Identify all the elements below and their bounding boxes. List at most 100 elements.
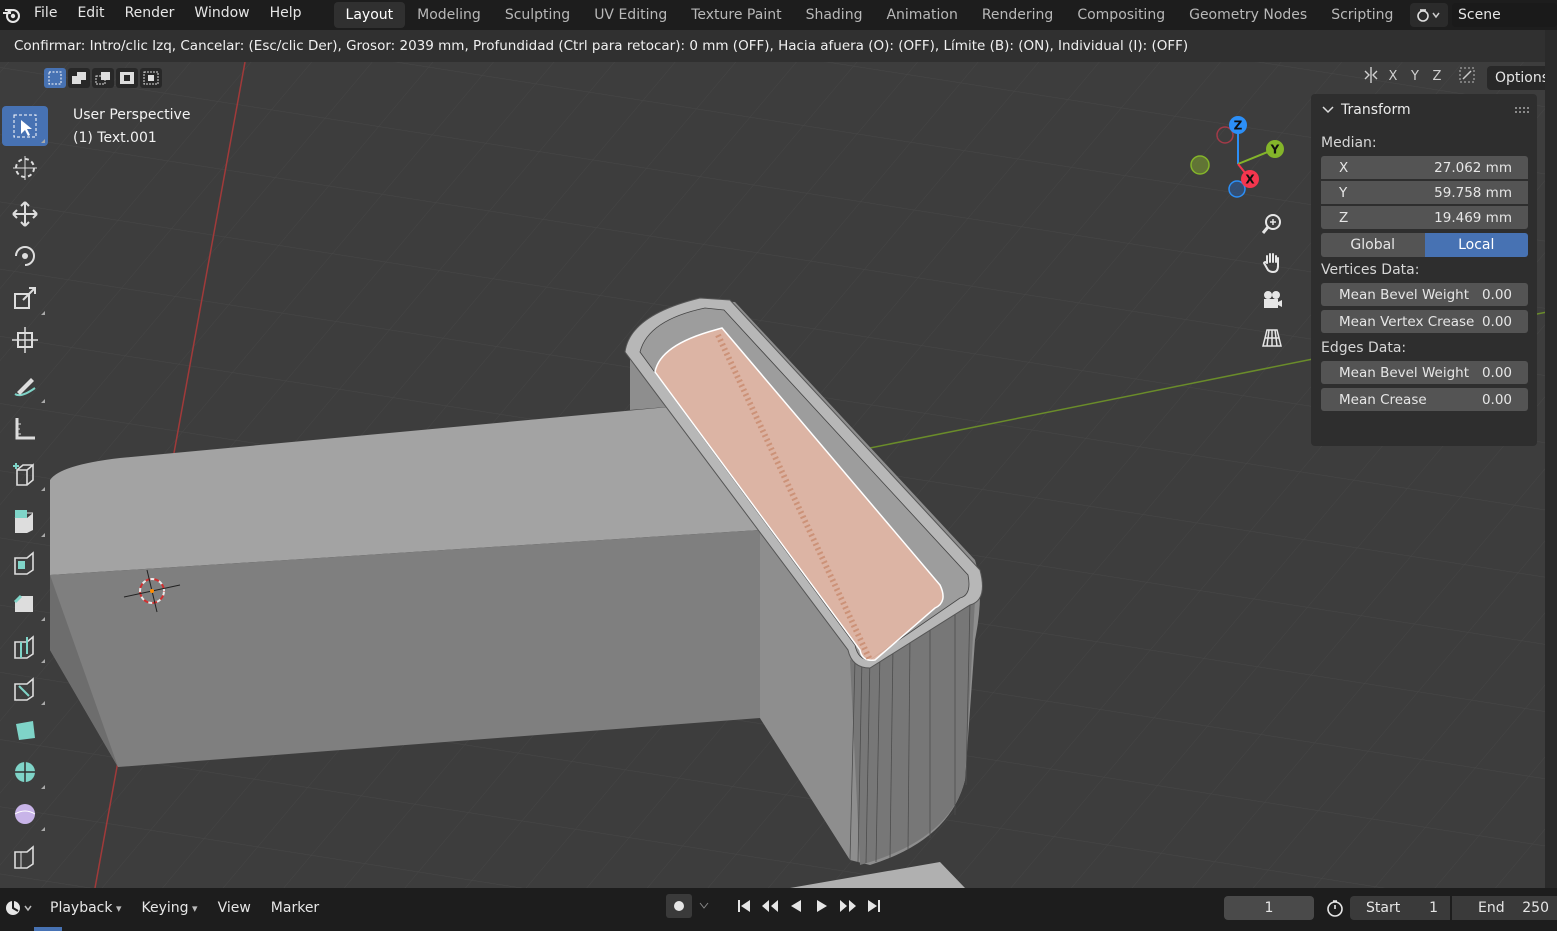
tab-geometry-nodes[interactable]: Geometry Nodes <box>1177 2 1319 28</box>
next-keyframe-icon[interactable] <box>836 894 860 918</box>
annotate-tool[interactable] <box>2 366 48 406</box>
tab-animation[interactable]: Animation <box>874 2 969 28</box>
median-x-field[interactable]: X 27.062 mm <box>1321 156 1528 179</box>
tab-texture-paint[interactable]: Texture Paint <box>679 2 793 28</box>
menu-render[interactable]: Render <box>115 0 185 30</box>
keying-menu[interactable]: Keying <box>132 900 208 916</box>
sidebar-tab-strip[interactable] <box>1545 30 1557 888</box>
loop-cut-tool[interactable] <box>2 626 48 666</box>
tab-sculpting[interactable]: Sculpting <box>493 2 582 28</box>
global-button[interactable]: Global <box>1321 233 1425 257</box>
tab-rendering[interactable]: Rendering <box>970 2 1066 28</box>
extrude-tool[interactable] <box>2 500 48 540</box>
end-frame-field[interactable]: End 250 <box>1452 896 1557 920</box>
tab-shading[interactable]: Shading <box>794 2 875 28</box>
select-intersect-icon[interactable] <box>140 68 162 88</box>
edge-bevel-weight-label: Mean Bevel Weight <box>1339 364 1470 381</box>
tab-scripting[interactable]: Scripting <box>1319 2 1405 28</box>
mirror-icon[interactable] <box>1360 66 1382 88</box>
current-frame-field[interactable]: 1 <box>1224 896 1314 920</box>
3d-viewport[interactable]: X Y Z Options User Perspective (1) Text.… <box>0 62 1557 888</box>
select-new-icon[interactable] <box>44 68 66 88</box>
inset-faces-tool[interactable] <box>2 542 48 582</box>
menu-file[interactable]: File <box>24 0 67 30</box>
mirror-axis-group: X Y Z <box>1360 66 1478 88</box>
transform-tool[interactable] <box>2 320 48 360</box>
vertex-bevel-weight-value: 0.00 <box>1481 286 1512 303</box>
scale-tool[interactable] <box>2 278 48 318</box>
playback-menu[interactable]: Playback <box>40 900 132 916</box>
jump-end-icon[interactable] <box>862 894 886 918</box>
edge-slide-tool[interactable] <box>2 836 48 876</box>
gizmo-neg-y[interactable] <box>1190 155 1210 175</box>
cursor-tool[interactable] <box>2 148 48 188</box>
median-z-label: Z <box>1339 209 1349 226</box>
editor-type-icon[interactable] <box>0 899 40 917</box>
add-cube-tool[interactable] <box>2 454 48 494</box>
play-reverse-icon[interactable] <box>784 894 808 918</box>
select-box-tool[interactable] <box>2 106 48 146</box>
tab-compositing[interactable]: Compositing <box>1065 2 1177 28</box>
vertices-data-label: Vertices Data: <box>1321 262 1420 278</box>
selection-mode-group <box>44 68 162 88</box>
smooth-tool[interactable] <box>2 794 48 834</box>
edge-bevel-weight-field[interactable]: Mean Bevel Weight 0.00 <box>1321 361 1528 384</box>
mirror-x-toggle[interactable]: X <box>1382 66 1404 88</box>
start-value: 1 <box>1429 900 1438 916</box>
record-options-icon[interactable] <box>694 894 714 918</box>
tab-layout[interactable]: Layout <box>333 2 406 28</box>
operator-status-line: Confirmar: Intro/clic Izq, Cancelar: (Es… <box>0 30 1557 62</box>
select-extend-icon[interactable] <box>68 68 90 88</box>
end-value: 250 <box>1522 900 1549 916</box>
mirror-y-toggle[interactable]: Y <box>1404 66 1426 88</box>
tab-uv-editing[interactable]: UV Editing <box>582 2 679 28</box>
zoom-icon[interactable] <box>1256 208 1288 240</box>
median-y-value: 59.758 mm <box>1434 184 1512 201</box>
tool-shelf <box>0 104 50 878</box>
vertex-crease-field[interactable]: Mean Vertex Crease 0.00 <box>1321 310 1528 333</box>
poly-build-tool[interactable] <box>2 710 48 750</box>
scene-selector: Scene <box>1410 0 1557 30</box>
menu-edit[interactable]: Edit <box>67 0 114 30</box>
knife-tool[interactable] <box>2 668 48 708</box>
tab-modeling[interactable]: Modeling <box>405 2 493 28</box>
start-label: Start <box>1366 900 1401 916</box>
measure-tool[interactable] <box>2 408 48 448</box>
rotate-tool[interactable] <box>2 236 48 276</box>
scene-browse-button[interactable] <box>1410 3 1448 27</box>
camera-view-icon[interactable] <box>1256 284 1288 316</box>
vertex-bevel-weight-label: Mean Bevel Weight <box>1339 286 1470 303</box>
menu-window[interactable]: Window <box>184 0 259 30</box>
scene-name-field[interactable]: Scene <box>1452 3 1557 27</box>
prev-keyframe-icon[interactable] <box>758 894 782 918</box>
move-tool[interactable] <box>2 194 48 234</box>
drag-handle-icon[interactable] <box>1515 106 1531 114</box>
median-y-field[interactable]: Y 59.758 mm <box>1321 181 1528 204</box>
view-menu[interactable]: View <box>208 900 261 916</box>
sidebar-transform-panel: Transform Median: X 27.062 mm Y 59.758 mm … <box>1311 94 1537 446</box>
spin-tool[interactable] <box>2 752 48 792</box>
median-z-field[interactable]: Z 19.469 mm <box>1321 206 1528 229</box>
select-subtract-icon[interactable] <box>92 68 114 88</box>
start-frame-field[interactable]: Start 1 <box>1350 896 1450 920</box>
stopwatch-icon[interactable] <box>1322 896 1348 920</box>
record-icon[interactable] <box>666 894 692 918</box>
blender-logo-icon[interactable] <box>0 0 24 30</box>
perspective-toggle-icon[interactable] <box>1256 322 1288 354</box>
auto-merge-icon[interactable] <box>1456 66 1478 88</box>
marker-menu[interactable]: Marker <box>261 900 329 916</box>
local-button[interactable]: Local <box>1424 233 1528 257</box>
navigation-gizmo[interactable]: Z Y X <box>1180 107 1290 217</box>
jump-start-icon[interactable] <box>732 894 756 918</box>
play-icon[interactable] <box>810 894 834 918</box>
select-invert-icon[interactable] <box>116 68 138 88</box>
vertex-bevel-weight-field[interactable]: Mean Bevel Weight 0.00 <box>1321 283 1528 306</box>
mirror-z-toggle[interactable]: Z <box>1426 66 1448 88</box>
viewport-info: User Perspective (1) Text.001 <box>73 104 190 150</box>
transform-panel-header[interactable]: Transform <box>1311 94 1537 126</box>
menu-help[interactable]: Help <box>260 0 312 30</box>
bevel-tool[interactable] <box>2 584 48 624</box>
pan-hand-icon[interactable] <box>1256 246 1288 278</box>
edge-crease-field[interactable]: Mean Crease 0.00 <box>1321 388 1528 411</box>
top-menu-bar: File Edit Render Window Help Layout Mode… <box>0 0 1557 30</box>
